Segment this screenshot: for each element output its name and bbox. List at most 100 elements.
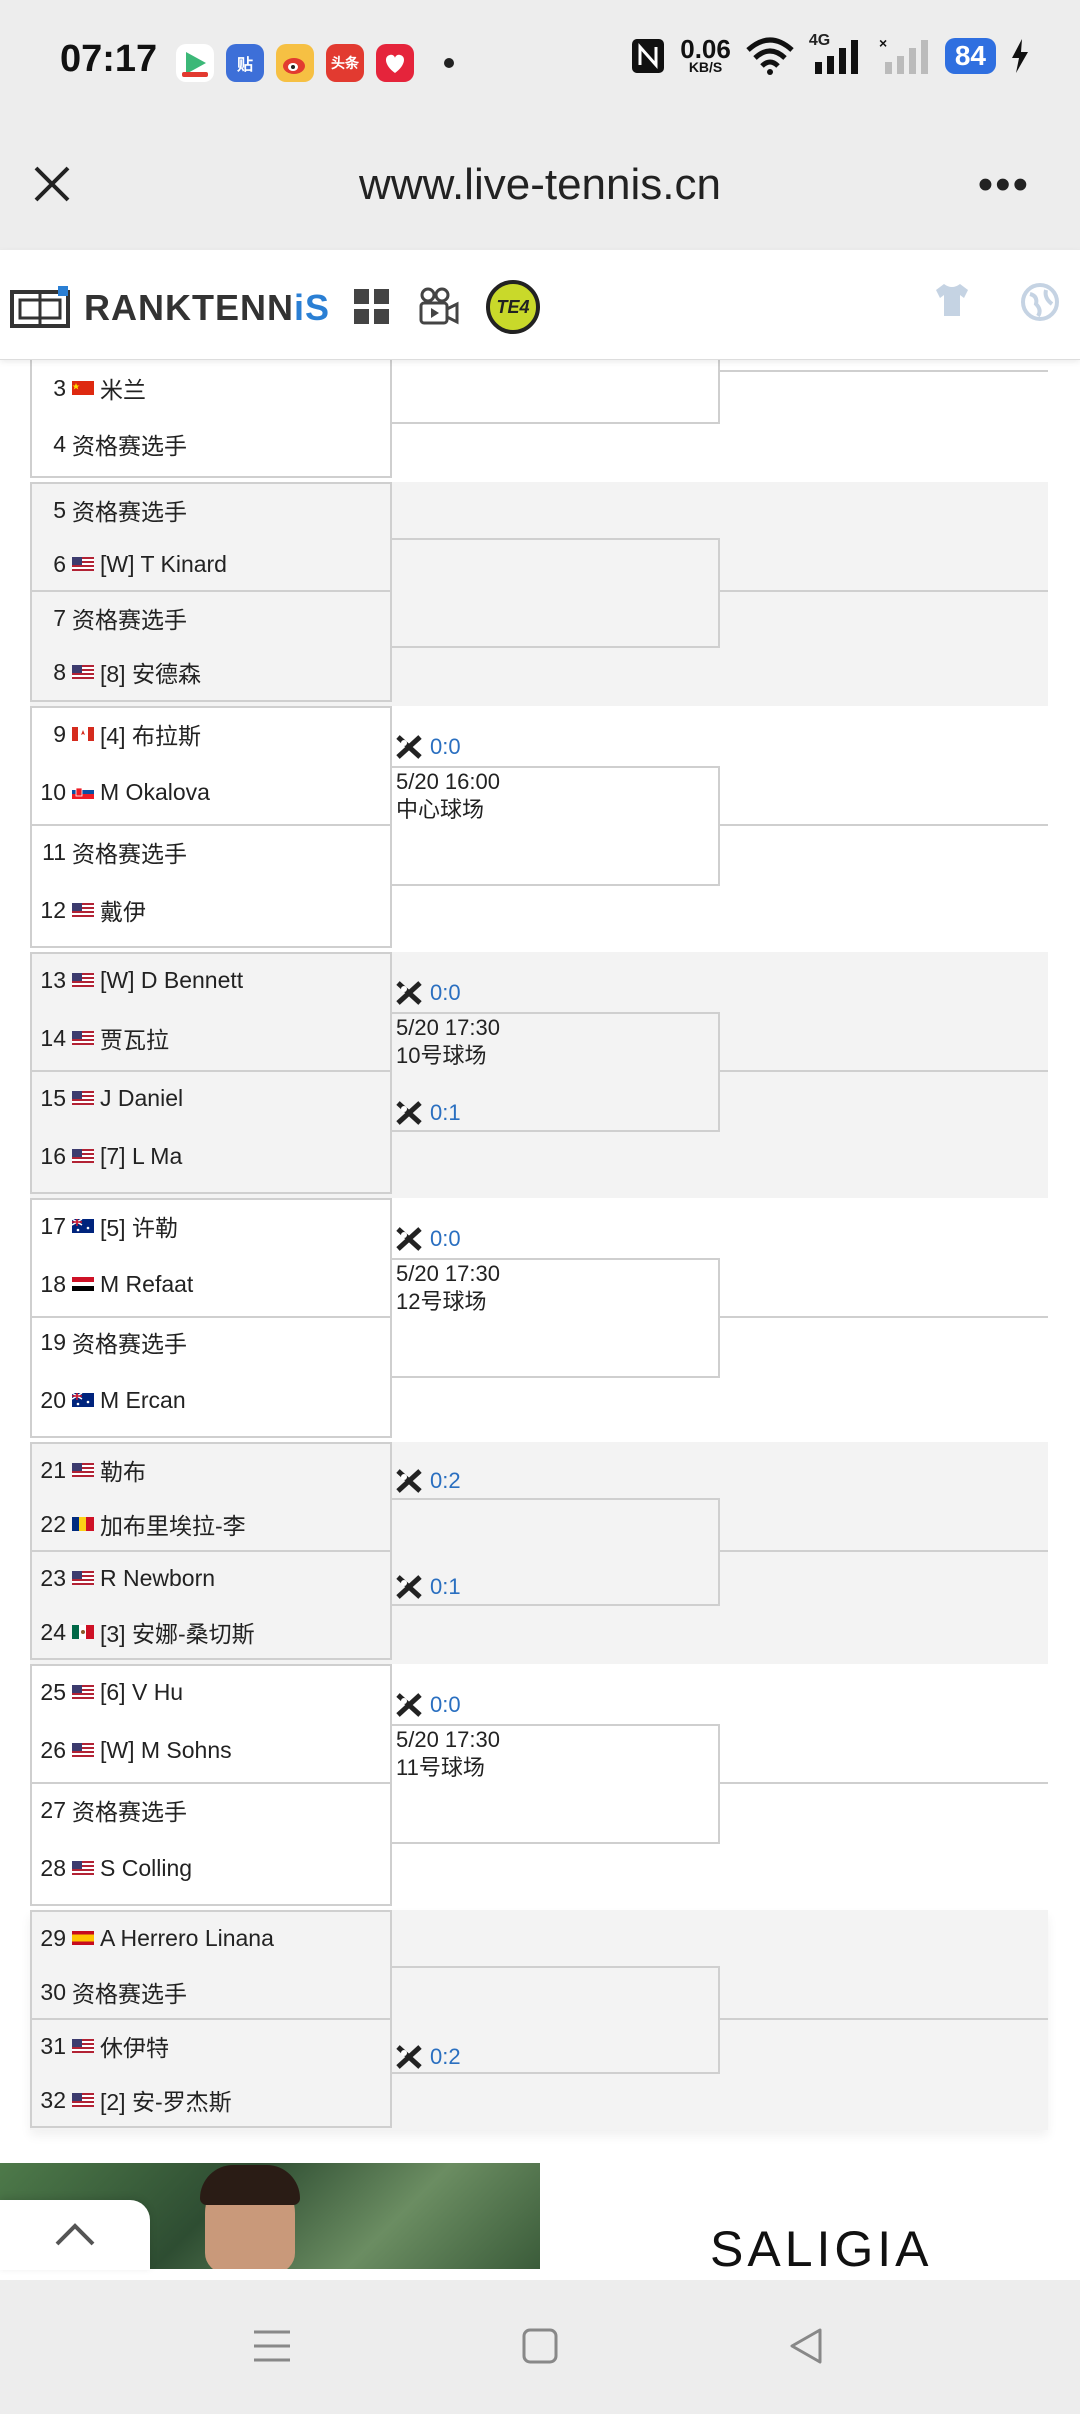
player-row[interactable]: 27 资格赛选手 bbox=[30, 1796, 390, 1826]
player-name: 资格赛选手 bbox=[72, 1331, 187, 1357]
tennis-racket-icon bbox=[396, 981, 422, 1005]
player-name: [7] L Ma bbox=[100, 1142, 183, 1169]
flag-us-icon bbox=[72, 1031, 94, 1045]
player-row[interactable]: 5 资格赛选手 bbox=[30, 496, 390, 526]
player-name: S Colling bbox=[100, 1854, 193, 1881]
player-row[interactable]: 7 资格赛选手 bbox=[30, 604, 390, 634]
match-datetime: 5/20 17:30 bbox=[396, 1727, 500, 1752]
match-info: 5/20 17:30 11号球场 bbox=[396, 1726, 500, 1782]
draw-position: 10 bbox=[40, 778, 66, 805]
player-row[interactable]: 9 [4] 布拉斯 bbox=[30, 720, 390, 750]
match-score[interactable]: 0:1 bbox=[396, 1574, 461, 1600]
draw-position: 18 bbox=[40, 1270, 66, 1297]
more-notifications-dot bbox=[444, 58, 454, 68]
player-row[interactable]: 30 资格赛选手 bbox=[30, 1978, 390, 2008]
player-row[interactable]: 16 [7] L Ma bbox=[30, 1142, 390, 1170]
toutiao-app-icon: 头条 bbox=[326, 44, 364, 82]
match-info: 5/20 17:30 10号球场 bbox=[396, 1014, 500, 1070]
player-row[interactable]: 23 R Newborn bbox=[30, 1564, 390, 1592]
draw-position: 8 bbox=[53, 658, 66, 685]
globe-icon[interactable] bbox=[1020, 282, 1060, 322]
player-row[interactable]: 4 资格赛选手 bbox=[30, 430, 390, 460]
player-row[interactable]: 17 [5] 许勒 bbox=[30, 1212, 390, 1242]
match-group: 9 [4] 布拉斯 10 M Okalova 11 资格赛选手 12 戴伊 0:… bbox=[30, 706, 1048, 952]
bracket-line bbox=[720, 1782, 1048, 1784]
bracket-line bbox=[720, 590, 1048, 592]
player-row[interactable]: 28 S Colling bbox=[30, 1854, 390, 1882]
draw-position: 25 bbox=[40, 1678, 66, 1705]
match-score[interactable]: 0:1 bbox=[396, 1100, 461, 1126]
flag-us-icon bbox=[72, 2093, 94, 2107]
match-court: 12号球场 bbox=[396, 1289, 487, 1314]
player-row[interactable]: 3 米兰 bbox=[30, 374, 390, 404]
te4-badge[interactable]: TE4 bbox=[486, 280, 540, 334]
ad-brand-text[interactable]: SALIGIA bbox=[710, 2220, 933, 2278]
match-datetime: 5/20 16:00 bbox=[396, 769, 500, 794]
player-row[interactable]: 26 [W] M Sohns bbox=[30, 1736, 390, 1764]
player-row[interactable]: 22 加布里埃拉-李 bbox=[30, 1510, 390, 1540]
draw-position: 28 bbox=[40, 1854, 66, 1881]
player-name: 资格赛选手 bbox=[72, 433, 187, 459]
player-row[interactable]: 11 资格赛选手 bbox=[30, 838, 390, 868]
player-row[interactable]: 25 [6] V Hu bbox=[30, 1678, 390, 1706]
flag-us-icon bbox=[72, 1685, 94, 1699]
player-name: R Newborn bbox=[100, 1564, 216, 1591]
tennis-racket-icon bbox=[396, 735, 422, 759]
player-row[interactable]: 15 J Daniel bbox=[30, 1084, 390, 1112]
player-row[interactable]: 18 M Refaat bbox=[30, 1270, 390, 1298]
player-row[interactable]: 24 [3] 安娜-桑切斯 bbox=[30, 1618, 390, 1648]
menu-icon[interactable] bbox=[250, 2326, 294, 2366]
match-score[interactable]: 0:0 bbox=[396, 1692, 461, 1718]
bracket-line bbox=[720, 824, 1048, 826]
match-score[interactable]: 0:0 bbox=[396, 734, 461, 760]
draw-position: 3 bbox=[53, 374, 66, 401]
svg-text:×: × bbox=[879, 36, 887, 51]
match-group: 13 [W] D Bennett 14 贾瓦拉 15 J Daniel 16 [… bbox=[30, 952, 1048, 1198]
draw-position: 12 bbox=[40, 896, 66, 923]
match-info: 5/20 16:00 中心球场 bbox=[396, 768, 500, 824]
player-row[interactable]: 32 [2] 安-罗杰斯 bbox=[30, 2086, 390, 2116]
player-row[interactable]: 10 M Okalova bbox=[30, 778, 390, 806]
url-text[interactable]: www.live-tennis.cn bbox=[0, 160, 1080, 210]
player-name: [6] V Hu bbox=[100, 1678, 184, 1705]
match-score[interactable]: 0:0 bbox=[396, 980, 461, 1006]
match-score[interactable]: 0:2 bbox=[396, 2044, 461, 2070]
site-logo[interactable]: RANKTENNiS bbox=[10, 286, 330, 330]
notification-icons: 贴 头条 bbox=[176, 44, 454, 82]
match-score[interactable]: 0:2 bbox=[396, 1468, 461, 1494]
flag-us-icon bbox=[72, 1463, 94, 1477]
status-time: 07:17 bbox=[60, 38, 158, 80]
match-box[interactable] bbox=[392, 538, 720, 648]
flag-ro-icon bbox=[72, 1517, 94, 1531]
shirt-icon[interactable] bbox=[932, 282, 972, 318]
tennis-racket-icon bbox=[396, 1227, 422, 1251]
player-row[interactable]: 31 休伊特 bbox=[30, 2032, 390, 2062]
tennis-racket-icon bbox=[396, 1693, 422, 1717]
draw-position: 14 bbox=[40, 1024, 66, 1051]
grid-icon[interactable] bbox=[352, 287, 392, 327]
player-row[interactable]: 14 贾瓦拉 bbox=[30, 1024, 390, 1054]
player-row[interactable]: 19 资格赛选手 bbox=[30, 1328, 390, 1358]
more-menu-icon[interactable]: ••• bbox=[978, 163, 1030, 207]
player-row[interactable]: 13 [W] D Bennett bbox=[30, 966, 390, 994]
home-icon[interactable] bbox=[520, 2326, 560, 2366]
match-score[interactable]: 0:0 bbox=[396, 1226, 461, 1252]
back-icon[interactable] bbox=[786, 2326, 826, 2366]
bracket-line bbox=[720, 1550, 1048, 1552]
player-name: [8] 安德森 bbox=[100, 661, 201, 687]
bracket-line bbox=[720, 1316, 1048, 1318]
draw-position: 4 bbox=[53, 430, 66, 457]
divider bbox=[30, 1550, 392, 1552]
player-row[interactable]: 20 M Ercan bbox=[30, 1386, 390, 1414]
flag-ca-icon bbox=[72, 727, 94, 741]
player-name: [W] D Bennett bbox=[100, 966, 244, 993]
player-name: A Herrero Linana bbox=[100, 1924, 274, 1951]
player-row[interactable]: 29 A Herrero Linana bbox=[30, 1924, 390, 1952]
player-row[interactable]: 8 [8] 安德森 bbox=[30, 658, 390, 688]
player-row[interactable]: 21 勒布 bbox=[30, 1456, 390, 1486]
video-camera-icon[interactable] bbox=[418, 287, 460, 327]
player-row[interactable]: 6 [W] T Kinard bbox=[30, 550, 390, 578]
draw-position: 7 bbox=[53, 604, 66, 631]
player-row[interactable]: 12 戴伊 bbox=[30, 896, 390, 926]
scroll-to-top-button[interactable] bbox=[0, 2200, 150, 2270]
